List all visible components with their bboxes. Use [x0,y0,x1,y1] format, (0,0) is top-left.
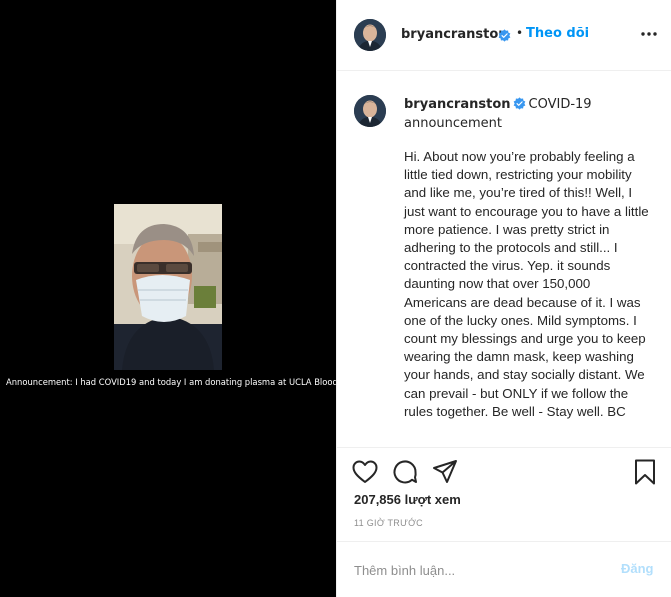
video-caption: Announcement: I had COVID19 and today I … [0,372,336,392]
follow-button[interactable]: Theo dõi [526,26,589,41]
post-media[interactable]: Announcement: I had COVID19 and today I … [0,0,336,597]
view-count[interactable]: 207,856 lượt xem [354,492,461,507]
separator-dot: • [516,26,524,40]
post-timestamp[interactable]: 11 GIỜ TRƯỚC [354,518,423,528]
post-panel: bryancranston • Theo dõi bryancranston C… [336,0,671,597]
avatar-image [354,19,386,51]
verified-badge-icon [513,97,525,110]
caption-body: Hi. About now you’re probably feeling a … [404,149,649,419]
caption-username[interactable]: bryancranston [404,97,511,112]
add-comment-section: Đăng [337,541,671,597]
bookmark-icon[interactable] [631,458,659,486]
avatar[interactable] [354,19,386,51]
post-comment-button[interactable]: Đăng [621,561,654,576]
video-player[interactable] [114,204,222,370]
heart-icon[interactable] [351,458,379,486]
avatar-image [354,95,386,127]
header-username[interactable]: bryancranston [401,27,508,42]
verified-badge-icon [498,29,511,42]
comment-icon[interactable] [391,458,419,486]
caption-section[interactable]: bryancranston COVID-19 announcement Hi. … [337,72,671,448]
action-bar: 207,856 lượt xem 11 GIỜ TRƯỚC [337,447,671,541]
share-icon[interactable] [431,458,459,486]
post-header: bryancranston • Theo dõi [337,0,671,71]
comment-input[interactable] [354,558,594,582]
caption-header: bryancranston COVID-19 announcement [404,95,654,133]
caption-avatar[interactable] [354,95,386,127]
video-still [114,204,222,370]
more-options-icon[interactable] [639,26,659,42]
